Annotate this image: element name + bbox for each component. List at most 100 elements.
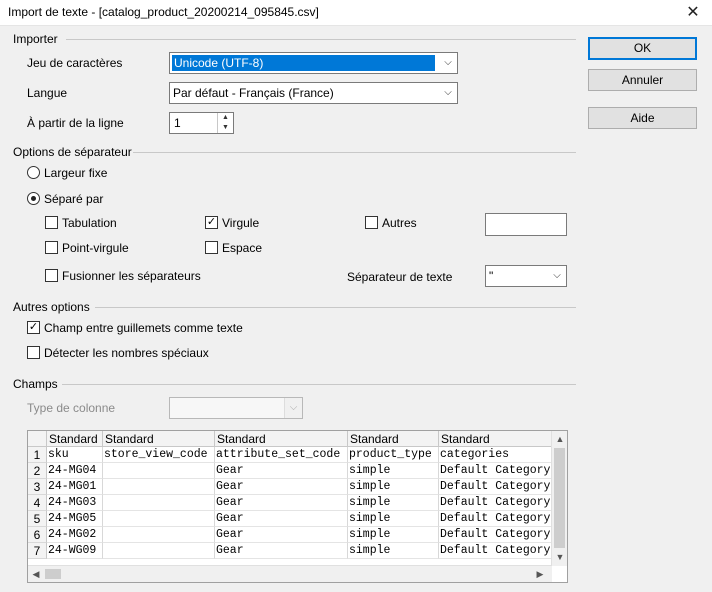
scroll-left-icon[interactable]: ◀ bbox=[28, 566, 44, 582]
scroll-thumb[interactable] bbox=[45, 569, 61, 579]
table-cell bbox=[103, 463, 215, 479]
spin-down-icon[interactable]: ▼ bbox=[218, 123, 233, 133]
separator-section-divider bbox=[133, 152, 576, 153]
from-row-value: 1 bbox=[174, 116, 181, 130]
column-header[interactable]: Standard bbox=[103, 431, 215, 447]
row-number[interactable]: 1 bbox=[28, 447, 47, 463]
table-cell: Gear bbox=[215, 543, 348, 559]
charset-value: Unicode (UTF-8) bbox=[172, 55, 435, 71]
chevron-down-icon[interactable]: ⌵ bbox=[439, 53, 457, 73]
quoted-as-text-checkbox[interactable]: ✓ bbox=[27, 321, 40, 334]
row-number[interactable]: 3 bbox=[28, 479, 47, 495]
table-cell: Default Category bbox=[439, 463, 552, 479]
tab-label: Tabulation bbox=[62, 216, 117, 230]
quoted-as-text-label: Champ entre guillemets comme texte bbox=[44, 321, 243, 335]
text-delimiter-label: Séparateur de texte bbox=[347, 270, 453, 284]
table-cell: Gear bbox=[215, 495, 348, 511]
text-delimiter-value: " bbox=[489, 269, 494, 283]
chevron-down-icon[interactable]: ⌵ bbox=[548, 266, 566, 286]
comma-label: Virgule bbox=[222, 216, 260, 230]
cancel-button[interactable]: Annuler bbox=[588, 69, 697, 91]
space-label: Espace bbox=[222, 241, 263, 255]
comma-checkbox[interactable]: ✓ bbox=[205, 216, 218, 229]
table-cell: simple bbox=[348, 479, 439, 495]
table-cell: Gear bbox=[215, 479, 348, 495]
table-cell: Gear bbox=[215, 511, 348, 527]
table-cell bbox=[103, 527, 215, 543]
scroll-thumb[interactable] bbox=[554, 448, 565, 548]
checkmark-icon: ✓ bbox=[206, 216, 217, 228]
other-separator-input[interactable] bbox=[485, 213, 567, 236]
table-cell: Default Category bbox=[439, 543, 552, 559]
table-cell bbox=[103, 479, 215, 495]
merge-label: Fusionner les séparateurs bbox=[62, 269, 201, 283]
table-cell: Default Category bbox=[439, 527, 552, 543]
help-button-label: Aide bbox=[630, 111, 655, 125]
table-cell: 24-MG03 bbox=[47, 495, 103, 511]
from-row-spinner[interactable]: 1 ▲ ▼ bbox=[169, 112, 234, 134]
help-button[interactable]: Aide bbox=[588, 107, 697, 129]
row-number[interactable]: 4 bbox=[28, 495, 47, 511]
table-cell: product_type bbox=[348, 447, 439, 463]
table-cell: simple bbox=[348, 511, 439, 527]
scroll-up-icon[interactable]: ▲ bbox=[552, 431, 567, 447]
column-header[interactable]: Standard bbox=[439, 431, 552, 447]
import-section-divider bbox=[66, 39, 576, 40]
other-label: Autres bbox=[382, 216, 417, 230]
table-cell bbox=[103, 495, 215, 511]
table-cell: 24-MG01 bbox=[47, 479, 103, 495]
detect-special-label: Détecter les nombres spéciaux bbox=[44, 346, 209, 360]
separated-by-radio[interactable] bbox=[27, 192, 40, 205]
table-cell: categories bbox=[439, 447, 552, 463]
tab-checkbox[interactable] bbox=[45, 216, 58, 229]
scroll-right-icon[interactable]: ▶ bbox=[532, 566, 548, 582]
column-type-label: Type de colonne bbox=[27, 401, 116, 415]
table-cell: simple bbox=[348, 527, 439, 543]
ok-button[interactable]: OK bbox=[588, 37, 697, 60]
vertical-scrollbar[interactable]: ▲ ▼ bbox=[551, 431, 567, 566]
column-type-select[interactable]: ⌵ bbox=[169, 397, 303, 419]
row-number[interactable]: 2 bbox=[28, 463, 47, 479]
grid-corner bbox=[28, 431, 47, 447]
chevron-down-icon[interactable]: ⌵ bbox=[439, 83, 457, 103]
language-label: Langue bbox=[27, 86, 68, 100]
other-options-section-title: Autres options bbox=[13, 300, 90, 314]
chevron-down-icon[interactable]: ⌵ bbox=[284, 398, 302, 418]
checkmark-icon: ✓ bbox=[28, 321, 39, 333]
column-header[interactable]: Standard bbox=[215, 431, 348, 447]
charset-select[interactable]: Unicode (UTF-8) ⌵ bbox=[169, 52, 458, 74]
fields-section-divider bbox=[62, 384, 576, 385]
other-checkbox[interactable] bbox=[365, 216, 378, 229]
detect-special-checkbox[interactable] bbox=[27, 346, 40, 359]
table-cell: Default Category bbox=[439, 495, 552, 511]
table-cell: 24-MG02 bbox=[47, 527, 103, 543]
close-icon[interactable]: ✕ bbox=[682, 2, 704, 24]
table-cell: Gear bbox=[215, 463, 348, 479]
column-header[interactable]: Standard bbox=[47, 431, 103, 447]
preview-grid[interactable]: Standard Standard Standard Standard Stan… bbox=[27, 430, 568, 583]
horizontal-scrollbar[interactable]: ◀ ▶ bbox=[28, 565, 552, 582]
text-delimiter-select[interactable]: " ⌵ bbox=[485, 265, 567, 287]
language-select[interactable]: Par défaut - Français (France) ⌵ bbox=[169, 82, 458, 104]
separator-section-title: Options de séparateur bbox=[13, 145, 132, 159]
import-section-title: Importer bbox=[13, 32, 58, 46]
table-cell: attribute_set_code bbox=[215, 447, 348, 463]
semicolon-checkbox[interactable] bbox=[45, 241, 58, 254]
row-number[interactable]: 7 bbox=[28, 543, 47, 559]
charset-label: Jeu de caractères bbox=[27, 56, 123, 70]
spin-up-icon[interactable]: ▲ bbox=[218, 113, 233, 123]
merge-checkbox[interactable] bbox=[45, 269, 58, 282]
row-number[interactable]: 5 bbox=[28, 511, 47, 527]
row-number[interactable]: 6 bbox=[28, 527, 47, 543]
fixed-width-label: Largeur fixe bbox=[44, 166, 108, 180]
space-checkbox[interactable] bbox=[205, 241, 218, 254]
table-cell: store_view_code bbox=[103, 447, 215, 463]
fixed-width-radio[interactable] bbox=[27, 166, 40, 179]
from-row-label: À partir de la ligne bbox=[27, 116, 124, 130]
window-title: Import de texte - [catalog_product_20200… bbox=[8, 5, 319, 19]
table-cell: 24-WG09 bbox=[47, 543, 103, 559]
title-bar: Import de texte - [catalog_product_20200… bbox=[0, 0, 712, 26]
table-cell bbox=[103, 543, 215, 559]
scroll-down-icon[interactable]: ▼ bbox=[552, 549, 567, 565]
column-header[interactable]: Standard bbox=[348, 431, 439, 447]
